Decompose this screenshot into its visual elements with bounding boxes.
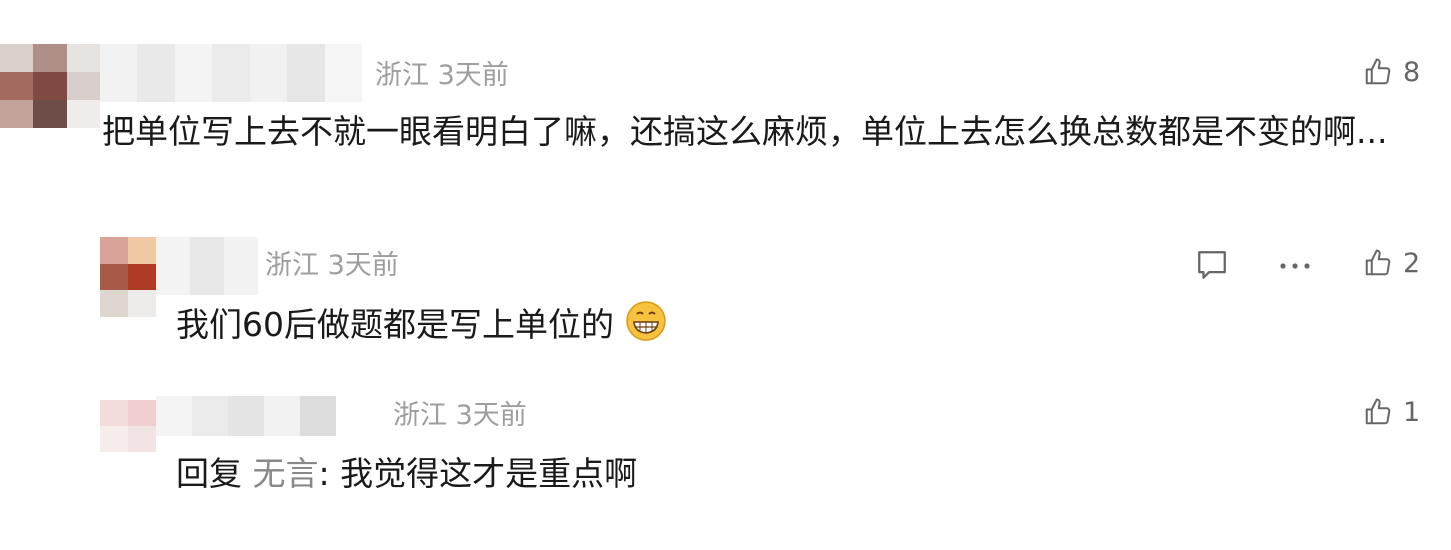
grinning-face-emoji [625,300,667,361]
like-button[interactable]: 2 [1363,248,1420,278]
like-count: 1 [1403,396,1421,428]
avatar[interactable] [0,44,100,128]
comment-text: 回复 无言: 我觉得这才是重点啊 [176,444,1376,504]
username-blurred[interactable] [156,396,336,436]
like-button[interactable]: 8 [1363,57,1420,87]
comment-time: 3天前 [437,60,509,91]
comment-meta: 浙江 3天前 [393,402,527,429]
username-blurred[interactable] [156,237,258,295]
reply-to-username[interactable]: 无言 [253,454,319,493]
thumbs-up-icon [1363,57,1393,87]
comment-location: 浙江 [393,400,447,431]
reply-prefix: 回复 [176,454,242,493]
comment-text: 我们60后做题都是写上单位的 [176,295,1376,361]
comment-meta: 浙江 3天前 [265,252,399,279]
comment-location: 浙江 [265,250,319,281]
avatar[interactable] [100,237,156,317]
username-blurred[interactable] [100,44,362,102]
reply-comment-icon[interactable] [1195,249,1229,281]
comment-text-content: 我觉得这才是重点啊 [340,454,638,493]
like-count: 2 [1403,247,1421,279]
comment-meta: 浙江 3天前 [375,62,509,89]
comment-location: 浙江 [375,60,429,91]
comment-time: 3天前 [455,400,527,431]
more-options-icon[interactable] [1279,262,1311,270]
reply-separator: : [318,454,330,493]
avatar[interactable] [100,400,156,452]
like-count: 8 [1403,56,1421,88]
thumbs-up-icon [1363,248,1393,278]
like-button[interactable]: 1 [1363,397,1420,427]
comment-time: 3天前 [327,250,399,281]
comment-text: 把单位写上去不就一眼看明白了嘛，还搞这么麻烦，单位上去怎么换总数都是不变的啊..… [102,112,1388,151]
thumbs-up-icon [1363,397,1393,427]
comment-text-content: 我们60后做题都是写上单位的 [176,305,614,344]
